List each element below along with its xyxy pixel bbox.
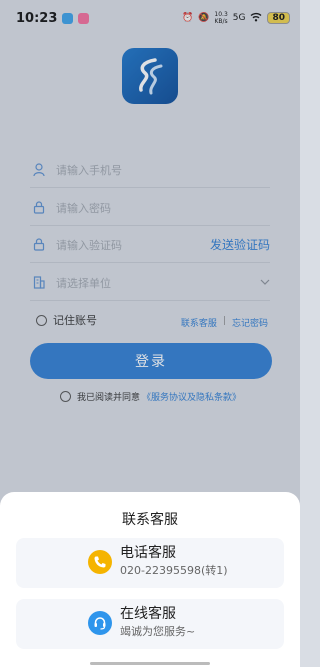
online-service-subtitle: 竭诚为您服务~	[120, 625, 196, 638]
phone-icon	[88, 550, 112, 574]
contact-service-sheet: 联系客服 电话客服 020-22395598(转1) 在线客服 竭诚为您服务~	[0, 492, 300, 667]
online-service-title: 在线客服	[120, 606, 176, 622]
home-indicator	[90, 662, 210, 665]
phone-service-option[interactable]: 电话客服 020-22395598(转1)	[16, 538, 284, 588]
phone-service-text: 电话客服 020-22395598(转1)	[120, 543, 228, 579]
phone-service-number: 020-22395598(转1)	[120, 564, 228, 577]
sheet-title: 联系客服	[122, 512, 178, 528]
phone-service-title: 电话客服	[120, 545, 176, 561]
online-service-option[interactable]: 在线客服 竭诚为您服务~	[16, 599, 284, 649]
headset-icon	[88, 611, 112, 635]
online-service-text: 在线客服 竭诚为您服务~	[120, 604, 195, 640]
